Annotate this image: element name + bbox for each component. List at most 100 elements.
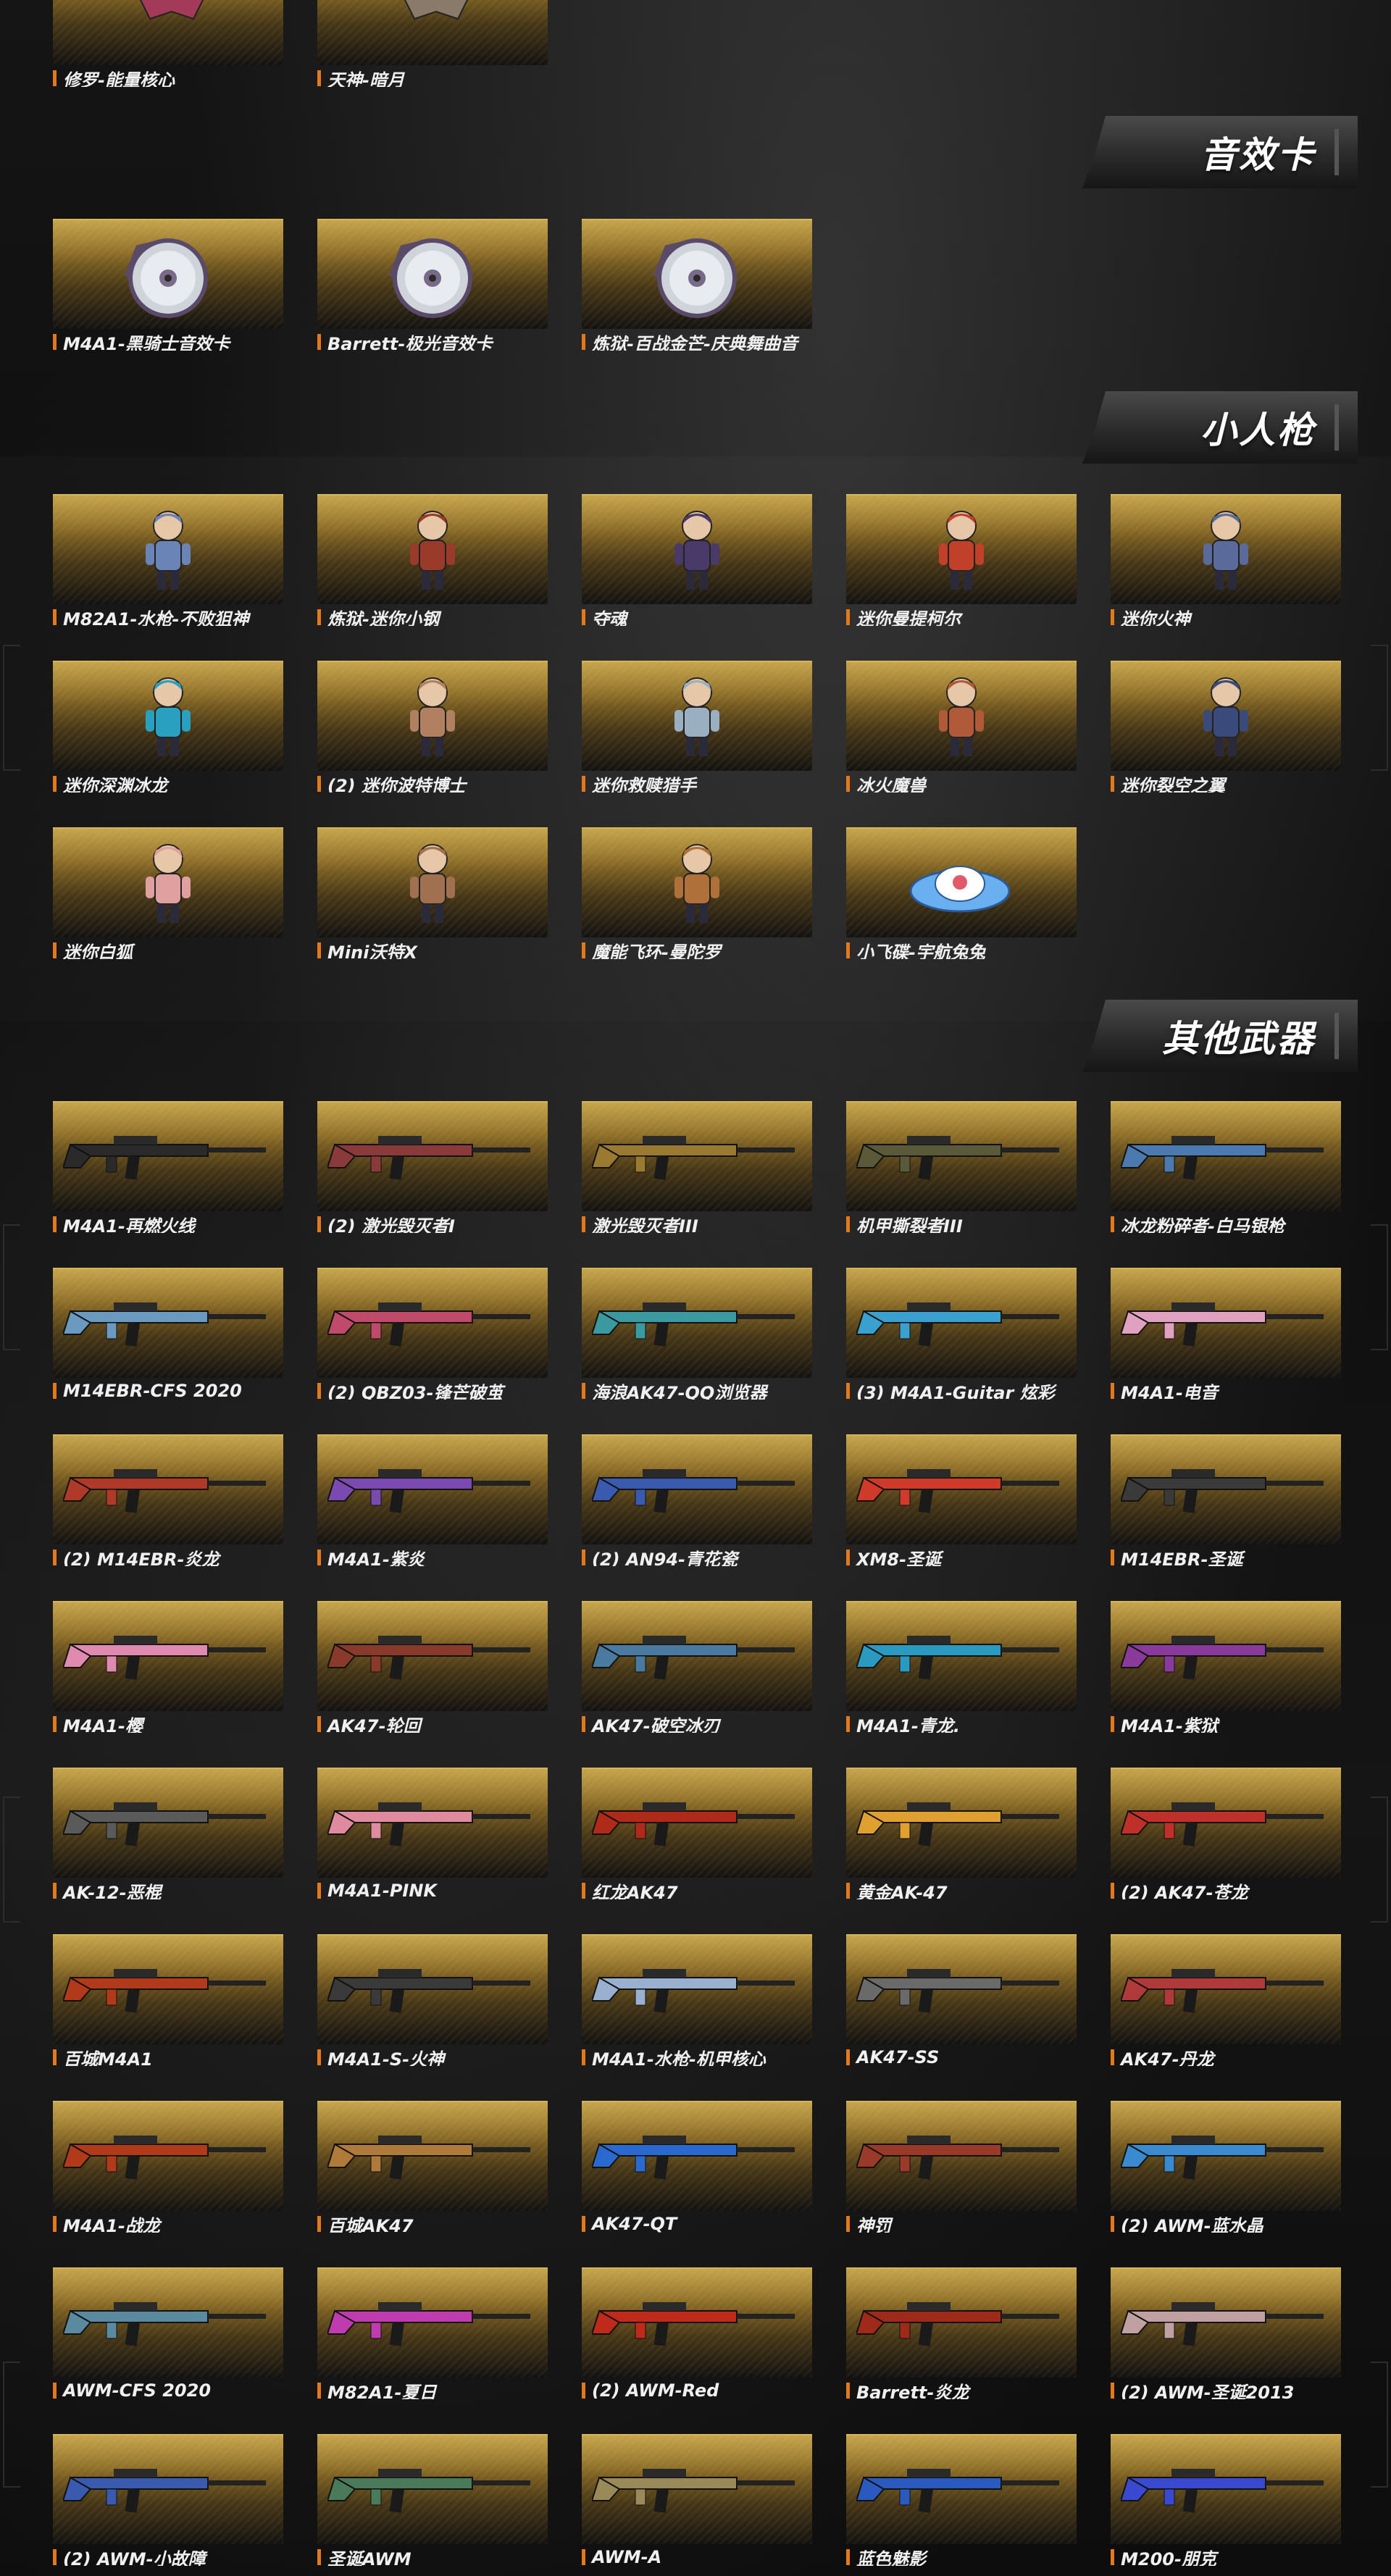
item-card[interactable]: (2) M14EBR-炎龙 — [53, 1434, 283, 1566]
item-thumbnail[interactable] — [317, 219, 548, 329]
item-card[interactable]: XM8-圣诞 — [846, 1434, 1077, 1566]
item-card[interactable]: (2) 迷你波特博士 — [317, 661, 548, 793]
item-thumbnail[interactable] — [582, 661, 812, 771]
item-thumbnail[interactable] — [53, 219, 283, 329]
item-thumbnail[interactable] — [582, 494, 812, 604]
item-thumbnail[interactable] — [317, 661, 548, 771]
item-card[interactable]: 修罗-能量核心 — [53, 0, 283, 87]
item-thumbnail[interactable] — [1111, 1268, 1341, 1378]
item-thumbnail[interactable] — [1111, 1934, 1341, 2044]
item-card[interactable]: 百城AK47 — [317, 2101, 548, 2233]
item-card[interactable]: 魔能飞环-曼陀罗 — [582, 827, 812, 959]
item-card[interactable]: AK-12-恶棍 — [53, 1768, 283, 1899]
item-card[interactable]: 海浪AK47-QQ浏览器 — [582, 1268, 812, 1400]
item-card[interactable]: AK47-丹龙 — [1111, 1934, 1341, 2066]
item-card[interactable]: M14EBR-圣诞 — [1111, 1434, 1341, 1566]
item-thumbnail[interactable] — [582, 1768, 812, 1878]
item-thumbnail[interactable] — [317, 494, 548, 604]
item-thumbnail[interactable] — [582, 1268, 812, 1378]
item-card[interactable]: 天神-暗月 — [317, 0, 548, 87]
item-thumbnail[interactable] — [846, 2434, 1077, 2544]
item-card[interactable]: 炼狱-迷你小钢 — [317, 494, 548, 626]
item-card[interactable]: (2) AWM-圣诞2013 — [1111, 2267, 1341, 2399]
item-thumbnail[interactable] — [846, 1601, 1077, 1711]
item-thumbnail[interactable] — [846, 1934, 1077, 2044]
item-thumbnail[interactable] — [1111, 2434, 1341, 2544]
item-card[interactable]: AK47-破空冰刃 — [582, 1601, 812, 1733]
item-card[interactable]: (2) AWM-蓝水晶 — [1111, 2101, 1341, 2233]
item-thumbnail[interactable] — [582, 2267, 812, 2378]
item-thumbnail[interactable] — [582, 827, 812, 937]
item-thumbnail[interactable] — [53, 1434, 283, 1544]
item-thumbnail[interactable] — [317, 827, 548, 937]
item-thumbnail[interactable] — [53, 1934, 283, 2044]
item-thumbnail[interactable] — [317, 1934, 548, 2044]
item-card[interactable]: AK47-轮回 — [317, 1601, 548, 1733]
item-thumbnail[interactable] — [317, 1601, 548, 1711]
item-card[interactable]: M4A1-再燃火线 — [53, 1101, 283, 1233]
item-card[interactable]: 蓝色魅影 — [846, 2434, 1077, 2566]
item-thumbnail[interactable] — [317, 1268, 548, 1378]
item-thumbnail[interactable] — [1111, 661, 1341, 771]
item-card[interactable]: Mini沃特X — [317, 827, 548, 959]
item-thumbnail[interactable] — [53, 494, 283, 604]
item-thumbnail[interactable] — [846, 494, 1077, 604]
item-card[interactable]: M82A1-水枪-不败狙神 — [53, 494, 283, 626]
item-thumbnail[interactable] — [846, 1101, 1077, 1211]
item-card[interactable]: 圣诞AWM — [317, 2434, 548, 2566]
item-thumbnail[interactable] — [53, 2267, 283, 2378]
item-card[interactable]: AWM-A — [582, 2434, 812, 2566]
item-thumbnail[interactable] — [846, 2267, 1077, 2378]
item-card[interactable]: 冰龙粉碎者-白马银枪 — [1111, 1101, 1341, 1233]
item-thumbnail[interactable] — [53, 2101, 283, 2211]
item-thumbnail[interactable] — [53, 1101, 283, 1211]
item-thumbnail[interactable] — [582, 2434, 812, 2544]
item-card[interactable]: Barrett-炎龙 — [846, 2267, 1077, 2399]
item-card[interactable]: 百城M4A1 — [53, 1934, 283, 2066]
item-card[interactable]: 迷你曼提柯尔 — [846, 494, 1077, 626]
item-thumbnail[interactable] — [1111, 1101, 1341, 1211]
item-card[interactable]: (2) AN94-青花瓷 — [582, 1434, 812, 1566]
item-thumbnail[interactable] — [846, 1434, 1077, 1544]
item-card[interactable]: 迷你裂空之翼 — [1111, 661, 1341, 793]
item-card[interactable]: 迷你火神 — [1111, 494, 1341, 626]
item-thumbnail[interactable] — [582, 219, 812, 329]
item-card[interactable]: (2) AWM-Red — [582, 2267, 812, 2399]
item-card[interactable]: M82A1-夏日 — [317, 2267, 548, 2399]
item-thumbnail[interactable] — [317, 1768, 548, 1878]
item-card[interactable]: AK47-QT — [582, 2101, 812, 2233]
item-card[interactable]: 红龙AK47 — [582, 1768, 812, 1899]
item-card[interactable]: M4A1-青龙. — [846, 1601, 1077, 1733]
item-thumbnail[interactable] — [582, 1434, 812, 1544]
item-thumbnail[interactable] — [317, 1101, 548, 1211]
item-thumbnail[interactable] — [53, 1268, 283, 1378]
item-card[interactable]: 迷你深渊冰龙 — [53, 661, 283, 793]
item-thumbnail[interactable] — [317, 2101, 548, 2211]
item-card[interactable]: 神罚 — [846, 2101, 1077, 2233]
item-card[interactable]: M4A1-战龙 — [53, 2101, 283, 2233]
item-thumbnail[interactable] — [846, 2101, 1077, 2211]
item-thumbnail[interactable] — [1111, 2101, 1341, 2211]
item-card[interactable]: (2) AK47-苍龙 — [1111, 1768, 1341, 1899]
item-card[interactable]: 炼狱-百战金芒-庆典舞曲音 — [582, 219, 812, 351]
item-thumbnail[interactable] — [53, 827, 283, 937]
item-thumbnail[interactable] — [846, 827, 1077, 937]
item-card[interactable]: M200-朋克 — [1111, 2434, 1341, 2566]
item-thumbnail[interactable] — [846, 1768, 1077, 1878]
item-thumbnail[interactable] — [846, 661, 1077, 771]
item-thumbnail[interactable] — [582, 1101, 812, 1211]
item-thumbnail[interactable] — [317, 2267, 548, 2378]
item-card[interactable]: 黄金AK-47 — [846, 1768, 1077, 1899]
item-card[interactable]: AWM-CFS 2020 — [53, 2267, 283, 2399]
item-thumbnail[interactable] — [582, 2101, 812, 2211]
item-thumbnail[interactable] — [582, 1934, 812, 2044]
item-card[interactable]: 冰火魔兽 — [846, 661, 1077, 793]
item-thumbnail[interactable] — [1111, 1768, 1341, 1878]
item-card[interactable]: 迷你救赎猎手 — [582, 661, 812, 793]
item-thumbnail[interactable] — [53, 1768, 283, 1878]
item-card[interactable]: 迷你白狐 — [53, 827, 283, 959]
item-card[interactable]: M14EBR-CFS 2020 — [53, 1268, 283, 1400]
item-card[interactable]: 小飞碟-宇航兔兔 — [846, 827, 1077, 959]
item-thumbnail[interactable] — [53, 661, 283, 771]
item-card[interactable]: M4A1-紫狱 — [1111, 1601, 1341, 1733]
